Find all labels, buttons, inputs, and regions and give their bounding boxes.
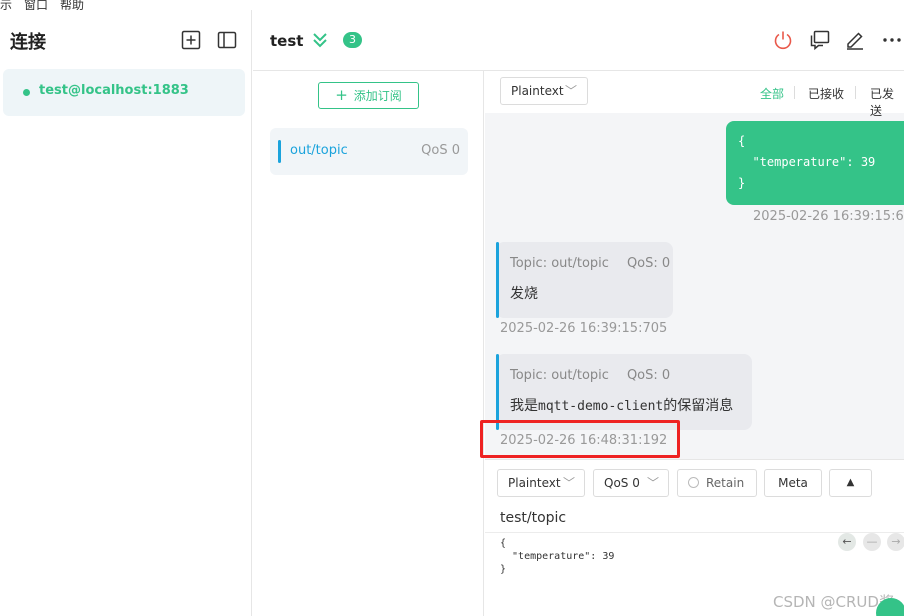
more-options-icon[interactable] [881, 29, 903, 51]
publish-format-select[interactable]: Plaintext ﹀ [497, 469, 585, 497]
retain-toggle[interactable]: Retain [677, 469, 757, 497]
received-message-bubble: Topic: out/topic QoS: 0 我是mqtt-demo-clien… [496, 354, 752, 430]
arrow-left-icon[interactable]: ← [838, 533, 856, 551]
message-body-client-id: mqtt-demo-client [538, 399, 664, 414]
retain-radio-icon [688, 477, 699, 488]
sidebar-title: 连接 [10, 32, 46, 53]
chevron-down-icon: ﹀ [562, 476, 575, 490]
sent-message-bubble: { "temperature": 39 } [726, 121, 904, 205]
meta-button[interactable]: Meta [764, 469, 822, 497]
subscriptions-panel: + 添加订阅 out/topic QoS 0 [253, 71, 484, 616]
publish-topic-input[interactable] [500, 506, 890, 530]
message-topic: Topic: out/topic [510, 368, 609, 383]
double-chevron-down-icon[interactable] [311, 31, 329, 49]
messages-panel: Plaintext ﹀ 全部 已接收 已发送 { "temperature": … [485, 71, 904, 459]
connection-label: test@localhost:1883 [39, 83, 189, 98]
chevron-down-icon: ﹀ [646, 476, 659, 490]
message-topic: Topic: out/topic [510, 256, 609, 271]
dash-icon[interactable]: — [863, 533, 881, 551]
message-topic-bar [496, 242, 499, 318]
subscription-qos: QoS 0 [421, 143, 460, 158]
message-body-prefix: 我是 [510, 398, 538, 414]
chevron-down-icon: ﹀ [564, 84, 577, 98]
filter-received-tab[interactable]: 已接收 [808, 85, 844, 102]
subscription-topic: out/topic [290, 143, 348, 158]
subscription-item[interactable]: out/topic QoS 0 [270, 128, 468, 175]
connection-name: test [270, 32, 304, 50]
message-body: 发烧 [510, 286, 538, 302]
add-subscription-button[interactable]: + 添加订阅 [318, 82, 419, 109]
message-qos: QoS: 0 [626, 256, 671, 271]
app-menu-bar: 示窗口 帮助 [0, 0, 96, 12]
message-body: 我是mqtt-demo-client的保留消息 [510, 383, 742, 415]
payload-format-select[interactable]: Plaintext ﹀ [500, 77, 588, 105]
plus-icon: + [335, 86, 348, 104]
received-message-bubble: Topic: out/topic QoS: 0 发烧 [496, 242, 673, 318]
filter-divider [855, 86, 856, 99]
message-body-suffix: 的保留消息 [663, 398, 734, 414]
received-message-time: 2025-02-26 16:39:15:705 [500, 321, 668, 336]
publish-format-value: Plaintext [508, 476, 561, 490]
publish-qos-select[interactable]: QoS 0 ﹀ [593, 469, 669, 497]
message-meta: Topic: out/topic QoS: 0 [510, 354, 742, 383]
received-message-time: 2025-02-26 16:48:31:192 [500, 433, 668, 448]
arrow-right-icon[interactable]: → [887, 533, 904, 551]
new-window-chat-icon[interactable] [809, 29, 831, 51]
connections-sidebar: 连接 test@localhost:1883 [0, 10, 252, 616]
message-topic-bar [496, 354, 499, 430]
messages-toolbar: Plaintext ﹀ 全部 已接收 已发送 [485, 71, 904, 118]
filter-divider [794, 86, 795, 99]
toggle-sidebar-icon[interactable] [217, 30, 237, 50]
edit-pencil-icon[interactable] [844, 29, 866, 51]
connection-item[interactable]: test@localhost:1883 [3, 69, 245, 116]
filter-all-tab[interactable]: 全部 [760, 85, 784, 102]
publish-payload-text: { "temperature": 39 } [500, 538, 615, 575]
publish-qos-value: QoS 0 [604, 476, 640, 490]
disconnect-power-icon[interactable] [772, 29, 794, 51]
payload-format-value: Plaintext [511, 84, 564, 98]
add-subscription-label: 添加订阅 [353, 89, 402, 103]
sent-message-time: 2025-02-26 16:39:15:650 [753, 209, 904, 224]
subscription-color-bar [278, 140, 281, 163]
filter-sent-tab[interactable]: 已发送 [870, 85, 904, 119]
connection-header: test 3 [253, 10, 904, 71]
new-connection-icon[interactable] [181, 30, 201, 50]
message-qos: QoS: 0 [626, 368, 671, 383]
expand-up-icon[interactable]: ▲ [829, 469, 872, 497]
retain-label: Retain [706, 476, 745, 490]
subscription-count-badge: 3 [343, 32, 362, 48]
message-meta: Topic: out/topic QoS: 0 [510, 242, 670, 271]
connection-status-dot [23, 89, 30, 96]
send-message-button[interactable] [876, 598, 904, 616]
